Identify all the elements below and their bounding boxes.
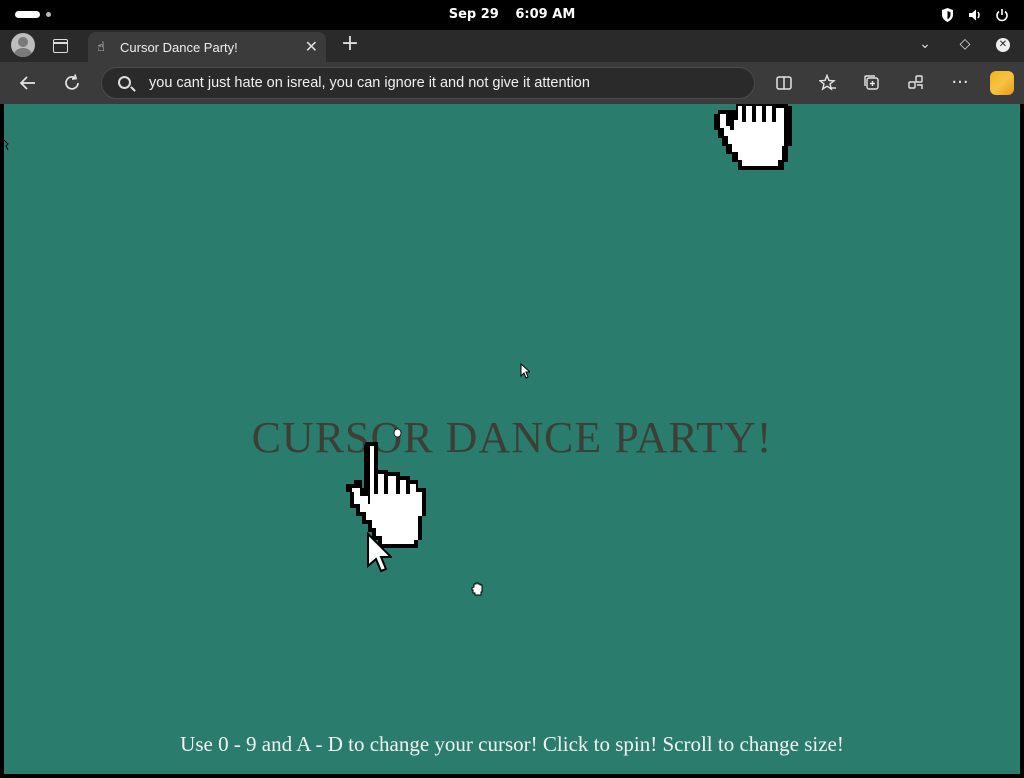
- back-icon[interactable]: [15, 70, 41, 96]
- chevron-down-icon[interactable]: ⌄: [916, 36, 934, 52]
- instructions-text: Use 0 - 9 and A - D to change your curso…: [180, 732, 844, 756]
- search-icon: [118, 76, 131, 89]
- open-hand-cursor-top: [714, 104, 792, 170]
- volume-icon: [968, 7, 981, 21]
- hand-cursor-icon: ☝: [97, 40, 105, 55]
- new-tab-button[interactable]: +: [339, 33, 361, 55]
- tab-strip: ☝ Cursor Dance Party! ✕ + ⌄ ◇ ✕: [0, 30, 1024, 62]
- arrow-cursor-small: [520, 363, 530, 379]
- tiny-hand-cursor: [393, 428, 402, 438]
- arrow-cursor-large: [367, 532, 392, 573]
- browser-toolbar: you cant just hate on isreal, you can ig…: [0, 62, 1024, 104]
- tab-strip-controls: ⌄ ◇ ✕: [916, 36, 1010, 52]
- diamond-icon[interactable]: ◇: [956, 36, 974, 52]
- split-screen-icon[interactable]: [771, 70, 797, 96]
- address-bar[interactable]: you cant just hate on isreal, you can ig…: [101, 67, 755, 99]
- tab-title: Cursor Dance Party!: [120, 40, 238, 55]
- system-top-bar: Sep 29 6:09 AM: [0, 0, 1024, 30]
- edge-cursor: [4, 139, 9, 151]
- address-input[interactable]: you cant just hate on isreal, you can ig…: [149, 75, 590, 91]
- shield-icon: [941, 7, 954, 22]
- more-icon[interactable]: ···: [947, 70, 973, 96]
- tab-cursor-dance-party[interactable]: ☝ Cursor Dance Party! ✕: [88, 32, 326, 62]
- copilot-icon[interactable]: [990, 71, 1014, 95]
- profile-avatar-icon[interactable]: [11, 33, 35, 57]
- date-label: Sep 29: [448, 7, 499, 22]
- favorites-icon[interactable]: [815, 70, 841, 96]
- small-hand-cursor: [471, 582, 483, 596]
- reload-icon[interactable]: [59, 70, 85, 96]
- page-viewport[interactable]: CURSOR DANCE PARTY! Use 0 - 9 and A - D …: [4, 104, 1020, 774]
- time-label: 6:09 AM: [515, 7, 576, 22]
- close-window-icon[interactable]: ✕: [996, 38, 1010, 52]
- collections-icon[interactable]: [859, 70, 885, 96]
- extensions-icon[interactable]: [903, 70, 929, 96]
- page-title: CURSOR DANCE PARTY!: [251, 413, 773, 462]
- system-tray[interactable]: [941, 7, 1008, 22]
- tab-actions-icon[interactable]: [50, 36, 70, 56]
- close-tab-icon[interactable]: ✕: [305, 37, 318, 56]
- clock[interactable]: Sep 29 6:09 AM: [0, 7, 1024, 22]
- power-icon: [995, 7, 1008, 22]
